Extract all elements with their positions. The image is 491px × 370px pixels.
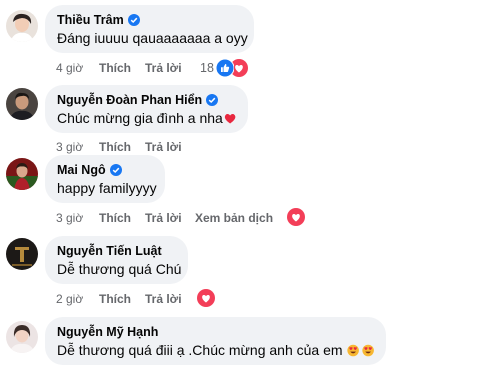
comment-author[interactable]: Thiều Trâm bbox=[57, 12, 242, 28]
author-name[interactable]: Thiều Trâm bbox=[57, 12, 124, 28]
comment-text: Dễ thương quá Chú bbox=[57, 261, 182, 277]
comment-bubble: Nguyễn Mỹ Hạnh Dễ thương quá điii ạ .Chú… bbox=[45, 317, 386, 365]
love-icon bbox=[287, 208, 305, 226]
author-name[interactable]: Mai Ngô bbox=[57, 162, 106, 178]
reply-button[interactable]: Trả lời bbox=[145, 139, 182, 155]
comment-text: Đáng iuuuu qauaaaaaaa a oyy bbox=[57, 30, 248, 46]
heart-eyes-emoji bbox=[362, 344, 374, 357]
reply-button[interactable]: Trả lời bbox=[145, 60, 182, 76]
reaction-count[interactable]: 18 bbox=[200, 60, 214, 76]
comment-author[interactable]: Mai Ngô bbox=[57, 162, 153, 178]
like-icon bbox=[216, 59, 234, 77]
reactions[interactable] bbox=[216, 59, 250, 77]
translate-button[interactable]: Xem bản dịch bbox=[195, 210, 273, 226]
comment-time[interactable]: 2 giờ bbox=[56, 291, 83, 307]
comment-bubble: Thiều Trâm Đáng iuuuu qauaaaaaaa a oyy bbox=[45, 5, 254, 53]
avatar[interactable] bbox=[6, 10, 38, 42]
comment-time[interactable]: 4 giờ bbox=[56, 60, 83, 76]
like-button[interactable]: Thích bbox=[99, 291, 131, 307]
comment-time[interactable]: 3 giờ bbox=[56, 210, 83, 226]
reactions[interactable] bbox=[287, 208, 305, 226]
comment-author[interactable]: Nguyễn Mỹ Hạnh bbox=[57, 324, 374, 340]
like-button[interactable]: Thích bbox=[99, 60, 131, 76]
comment-text-content: Chúc mừng gia đình a nha bbox=[57, 110, 223, 126]
verified-badge-icon bbox=[109, 164, 122, 176]
like-button[interactable]: Thích bbox=[99, 139, 131, 155]
comment-text: Chúc mừng gia đình a nha bbox=[57, 109, 236, 128]
red-heart-emoji bbox=[224, 114, 236, 124]
comment-author[interactable]: Nguyễn Tiến Luật bbox=[57, 243, 176, 259]
comment-text: Dễ thương quá điii ạ .Chúc mừng anh của … bbox=[57, 341, 374, 360]
reply-button[interactable]: Trả lời bbox=[145, 291, 182, 307]
comment-bubble: Nguyễn Đoàn Phan Hiển Chúc mừng gia đình… bbox=[45, 85, 248, 133]
avatar[interactable] bbox=[6, 88, 38, 120]
author-name[interactable]: Nguyễn Đoàn Phan Hiển bbox=[57, 92, 202, 108]
comment-time[interactable]: 3 giờ bbox=[56, 139, 83, 155]
comment-bubble: Mai Ngô happy familyyyy bbox=[45, 155, 165, 203]
avatar[interactable] bbox=[6, 158, 38, 190]
author-name[interactable]: Nguyễn Tiến Luật bbox=[57, 243, 162, 259]
comment-text-content: Dễ thương quá điii ạ .Chúc mừng anh của … bbox=[57, 342, 343, 358]
comment-author[interactable]: Nguyễn Đoàn Phan Hiển bbox=[57, 92, 236, 108]
avatar[interactable] bbox=[6, 321, 38, 353]
love-icon bbox=[197, 289, 215, 307]
comment-bubble: Nguyễn Tiến Luật Dễ thương quá Chú bbox=[45, 236, 188, 284]
verified-badge-icon bbox=[127, 14, 140, 26]
reply-button[interactable]: Trả lời bbox=[145, 210, 182, 226]
avatar[interactable] bbox=[6, 238, 38, 270]
heart-eyes-emoji bbox=[346, 344, 359, 357]
verified-badge-icon bbox=[206, 94, 219, 106]
reactions[interactable] bbox=[197, 289, 215, 307]
author-name[interactable]: Nguyễn Mỹ Hạnh bbox=[57, 324, 158, 340]
comment-text: happy familyyyy bbox=[57, 180, 157, 196]
like-button[interactable]: Thích bbox=[99, 210, 131, 226]
